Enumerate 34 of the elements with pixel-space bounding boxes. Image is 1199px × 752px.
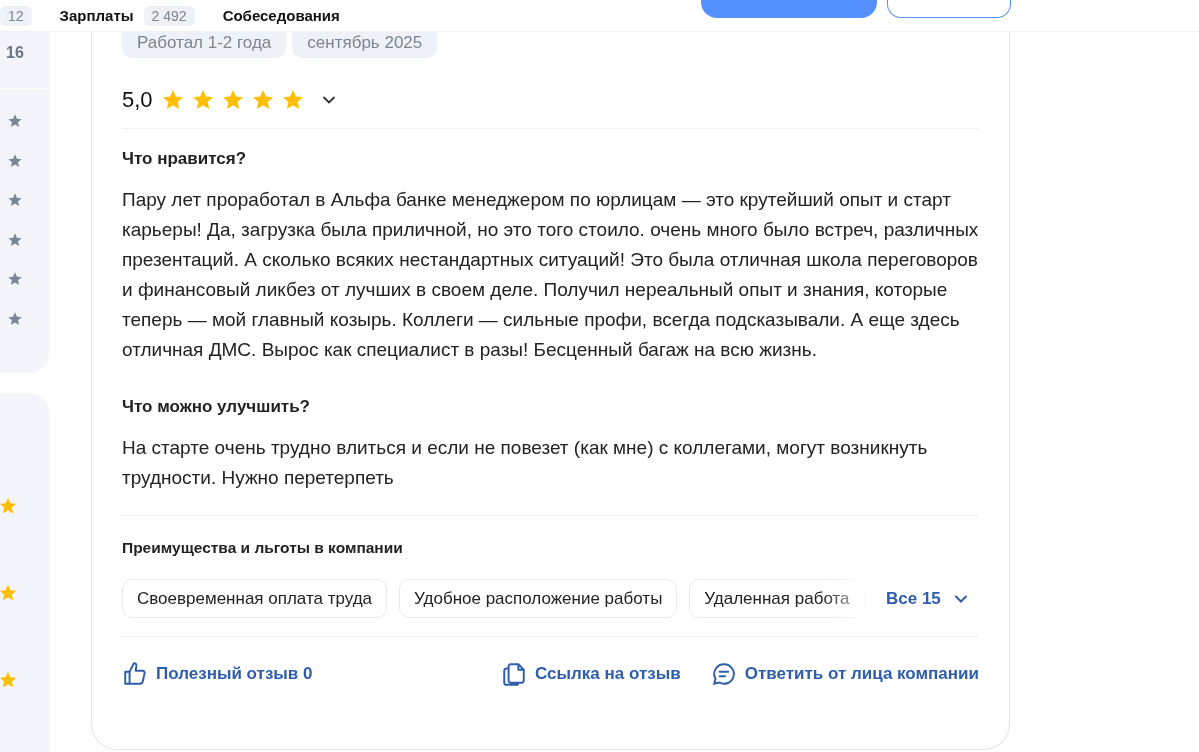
star-icon: [7, 271, 23, 287]
action-link[interactable]: Ответить от лица компании: [710, 661, 979, 687]
rating-value: 5,0: [122, 87, 153, 113]
show-all-button[interactable]: Все 15: [880, 588, 971, 609]
copy-icon: [501, 661, 528, 687]
thumbs-up-icon: [122, 661, 148, 687]
tag: сентябрь 2025: [292, 32, 438, 58]
star-icon: [7, 192, 23, 208]
header-tab[interactable]: Зарплаты: [59, 7, 134, 24]
star-icon: [0, 496, 18, 516]
star-icon: [7, 310, 23, 327]
benefit-chip: Удаленная работа: [689, 579, 865, 618]
review-count: 16: [6, 44, 24, 62]
benefit-chip: Своевременная оплата труда: [122, 579, 388, 618]
benefits-title: Преимущества и льготы в компании: [122, 539, 404, 557]
primary-button[interactable]: [701, 0, 877, 18]
action-link[interactable]: Ссылка на отзыв: [501, 661, 681, 687]
star-icon: [0, 670, 18, 690]
star-icon: [7, 113, 23, 129]
tab-count: 12: [0, 5, 32, 26]
header-tab[interactable]: Собеседования: [222, 7, 340, 24]
benefit-chip: Удобное расположение работы: [399, 579, 678, 618]
star-icon: [7, 231, 23, 248]
chat-icon: [710, 661, 737, 687]
action-link[interactable]: Полезный отзыв 0: [122, 661, 313, 687]
review-text: Пару лет проработал в Альфа банке менеджером по юрлицам — это крутейший опыт и старт карьеры! Да, загрузка была приличной, но это того стоило. очень много было встреч, различных презентаций. А сколько всяких нестандартных ситуаций! Это была отличная школа переговоров и финансовый ликбез от лучших в своем деле. Получил нереальный опыт и знания, которые теперь — мой главный козырь. Коллеги — сильные профи, всегда подсказывали. А еще здесь отличная ДМС. Вырос как специалист в разы! Бесценный багаж на всю жизнь.: [122, 188, 979, 362]
section-title: Что можно улучшить?: [122, 397, 311, 417]
tab-count: 2 492: [143, 5, 195, 26]
secondary-button[interactable]: [887, 0, 1011, 18]
section-title: Что нравится?: [122, 149, 248, 169]
tag: Работал 1-2 года: [122, 32, 287, 58]
star-icon: [0, 583, 18, 603]
star-icon: [7, 152, 23, 169]
review-text: На старте очень трудно влиться и если не повезет (как мне) с коллегами, могут возникнуть трудности. Нужно перетерпеть: [122, 436, 929, 490]
